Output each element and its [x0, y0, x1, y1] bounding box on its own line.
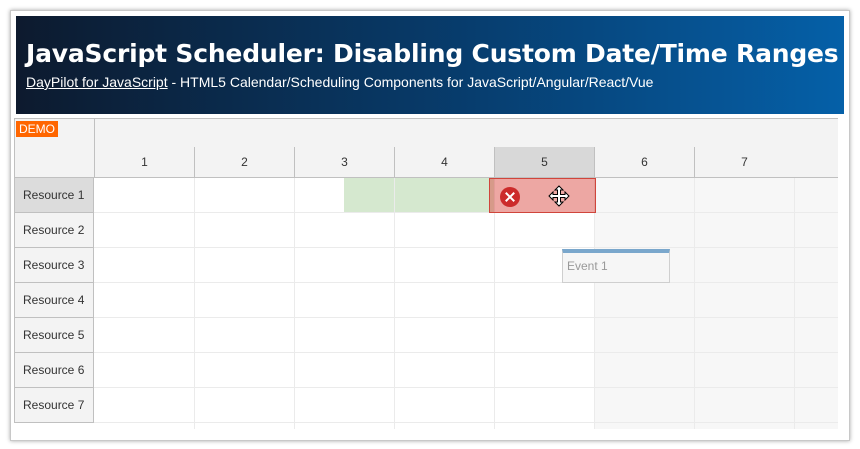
row-header-resource-2: Resource 2 [14, 213, 94, 248]
grid-hline [94, 422, 838, 423]
scheduler: DEMO 1234567 Resource 1 Resource 2 Resourc… [14, 118, 838, 429]
time-header-cell-7: 7 [694, 147, 794, 177]
grid-hline [94, 282, 838, 283]
page-subtitle: DayPilot for JavaScript - HTML5 Calendar… [26, 74, 844, 90]
scheduler-rows: Resource 1 Resource 2 Resource 3 Resource 4… [14, 178, 838, 429]
grid-hline [94, 247, 838, 248]
time-header-cell-5: 5 [494, 147, 594, 177]
grid-hline [94, 387, 838, 388]
row-header-resource-6: Resource 6 [14, 353, 94, 388]
page-header: JavaScript Scheduler: Disabling Custom D… [16, 16, 844, 114]
grid-vline [194, 178, 195, 429]
forbidden-icon [500, 187, 520, 207]
page-title: JavaScript Scheduler: Disabling Custom D… [26, 39, 839, 68]
subtitle-text: - HTML5 Calendar/Scheduling Components f… [167, 74, 654, 90]
daypilot-link[interactable]: DayPilot for JavaScript [26, 74, 168, 90]
grid-hline [94, 317, 838, 318]
disabled-time-range [594, 178, 838, 429]
grid-hline [94, 212, 838, 213]
row-header-resource-1: Resource 1 [14, 178, 94, 213]
enabled-range-highlight [344, 178, 494, 213]
grid-vline [594, 178, 595, 429]
demo-badge: DEMO [16, 121, 58, 137]
row-header-resource-3: Resource 3 [14, 248, 94, 283]
time-header-cell-3: 3 [294, 147, 394, 177]
scheduler-grid[interactable]: Event 1 [94, 178, 838, 429]
time-header: 1234567 [94, 147, 838, 178]
grid-vline [794, 178, 795, 429]
row-header-resource-7: Resource 7 [14, 388, 94, 423]
drag-shadow-disabled[interactable] [489, 178, 596, 213]
time-header-cell-1: 1 [94, 147, 194, 177]
time-header-cell-6: 6 [594, 147, 694, 177]
time-header-top-row [94, 118, 838, 148]
scheduler-corner: DEMO [14, 118, 94, 178]
grid-vline [394, 178, 395, 429]
row-header-resource-5: Resource 5 [14, 318, 94, 353]
row-header-resource-4: Resource 4 [14, 283, 94, 318]
grid-vline [294, 178, 295, 429]
event-box[interactable]: Event 1 [562, 249, 670, 283]
move-cursor-icon [548, 185, 570, 207]
time-header-cell-2: 2 [194, 147, 294, 177]
grid-hline [94, 352, 838, 353]
grid-vline [494, 178, 495, 429]
grid-vline [694, 178, 695, 429]
time-header-cell-4: 4 [394, 147, 494, 177]
